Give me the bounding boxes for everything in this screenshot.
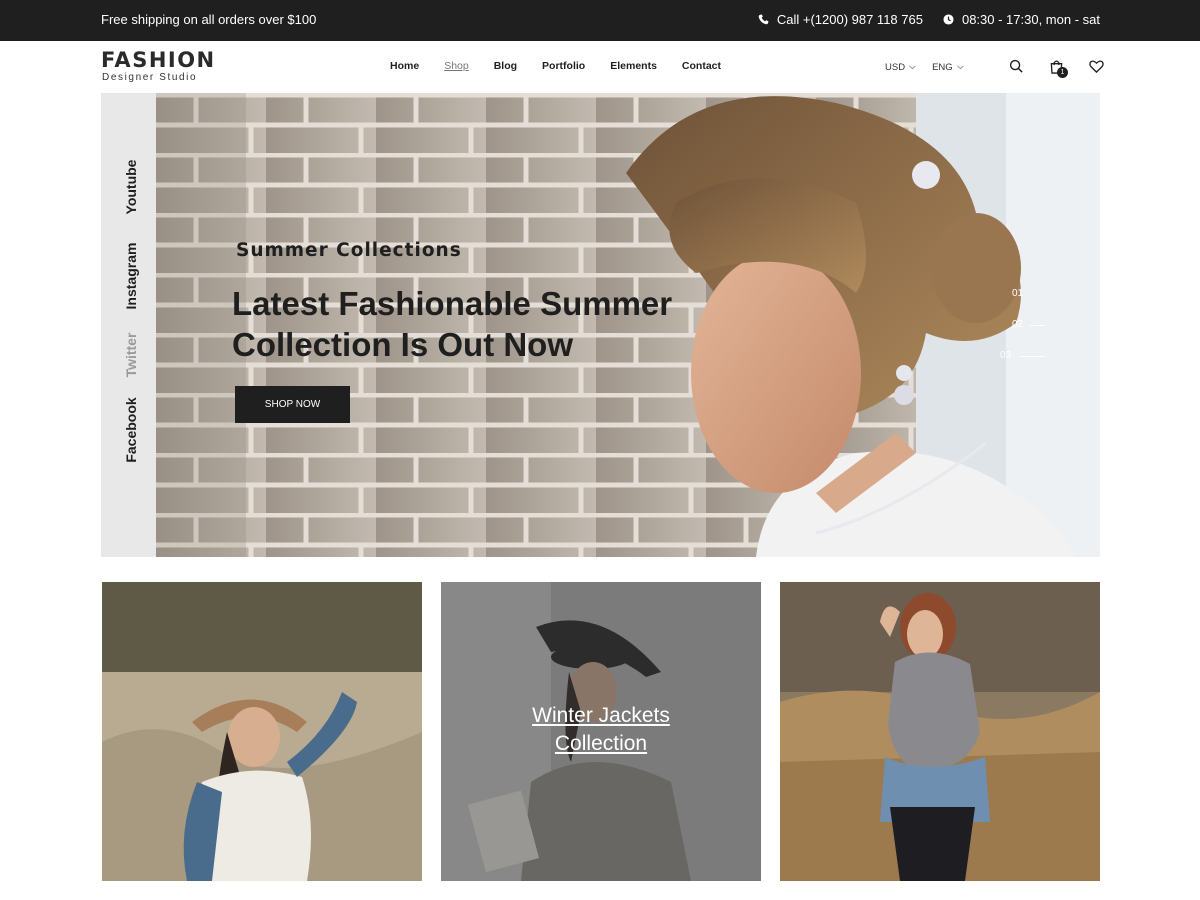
social-link-facebook[interactable]: Facebook [123, 397, 139, 462]
social-link-twitter[interactable]: Twitter [123, 333, 139, 378]
shop-now-button[interactable]: SHOP NOW [235, 386, 350, 423]
nav-item-shop[interactable]: Shop [444, 60, 469, 72]
collection-card-2[interactable]: Winter Jackets Collection [441, 582, 761, 881]
nav-item-home[interactable]: Home [390, 60, 419, 72]
nav-item-blog[interactable]: Blog [494, 60, 517, 72]
phone-info: Call +(1200) 987 118 765 [758, 12, 923, 27]
hero-headline-line1: Latest Fashionable Summer [232, 285, 673, 322]
nav-item-portfolio[interactable]: Portfolio [542, 60, 585, 72]
chevron-down-icon [956, 62, 964, 73]
hours-text: 08:30 - 17:30, mon - sat [961, 12, 1100, 27]
cart-icon[interactable]: 1 [1049, 59, 1068, 78]
logo-title: FASHION [101, 48, 216, 72]
currency-value: USD [885, 62, 906, 73]
shipping-notice: Free shipping on all orders over $100 [101, 12, 317, 27]
clock-icon [943, 14, 954, 25]
hours-info: 08:30 - 17:30, mon - sat [943, 12, 1100, 27]
slide-indicator-02[interactable]: 02 [1012, 319, 1023, 330]
social-link-youtube[interactable]: Youtube [123, 160, 139, 215]
language-select[interactable]: ENG [932, 62, 964, 73]
collection-card-3[interactable] [780, 582, 1100, 881]
nav-item-elements[interactable]: Elements [610, 60, 657, 72]
slide-indicator-line-03 [1020, 356, 1045, 357]
collection-title-line1: Winter Jackets [532, 704, 670, 727]
collection-image-3 [780, 582, 1100, 881]
heart-icon[interactable] [1089, 59, 1105, 75]
main-nav: Home Shop Blog Portfolio Elements Contac… [390, 60, 721, 72]
hero-headline: Latest Fashionable Summer Collection Is … [232, 283, 752, 365]
language-value: ENG [932, 62, 953, 73]
collection-card-1[interactable] [102, 582, 422, 881]
cart-count-badge: 1 [1057, 67, 1068, 78]
contact-info: Call +(1200) 987 118 765 08:30 - 17:30, … [758, 12, 1100, 27]
collection-title-line2: Collection [554, 732, 648, 755]
slide-indicator-line-02 [1030, 325, 1045, 326]
social-link-instagram[interactable]: Instagram [123, 243, 139, 310]
slide-indicator-03[interactable]: 03 [1000, 350, 1011, 361]
nav-item-contact[interactable]: Contact [682, 60, 721, 72]
hero-banner: Summer Collections Latest Fashionable Su… [156, 93, 1100, 557]
logo-subtitle: Designer Studio [102, 72, 198, 83]
search-icon[interactable] [1009, 59, 1025, 75]
slide-indicator-01[interactable]: 01 [1012, 288, 1023, 299]
logo[interactable]: FASHION Designer Studio [101, 49, 216, 83]
collection-image-1 [102, 582, 422, 881]
chevron-down-icon [909, 62, 916, 73]
collection-title[interactable]: Winter Jackets Collection [441, 702, 761, 758]
locale-selectors: USD ENG [885, 62, 964, 73]
phone-icon [758, 14, 769, 25]
hero-eyebrow: Summer Collections [236, 240, 462, 261]
currency-select[interactable]: USD [885, 62, 916, 73]
hero-headline-line2: Collection Is Out Now [232, 326, 574, 363]
top-bar: Free shipping on all orders over $100 Ca… [0, 0, 1200, 41]
phone-text[interactable]: Call +(1200) 987 118 765 [777, 12, 923, 27]
main-header: FASHION Designer Studio Home Shop Blog P… [0, 41, 1200, 93]
header-actions: 1 [1009, 59, 1105, 78]
